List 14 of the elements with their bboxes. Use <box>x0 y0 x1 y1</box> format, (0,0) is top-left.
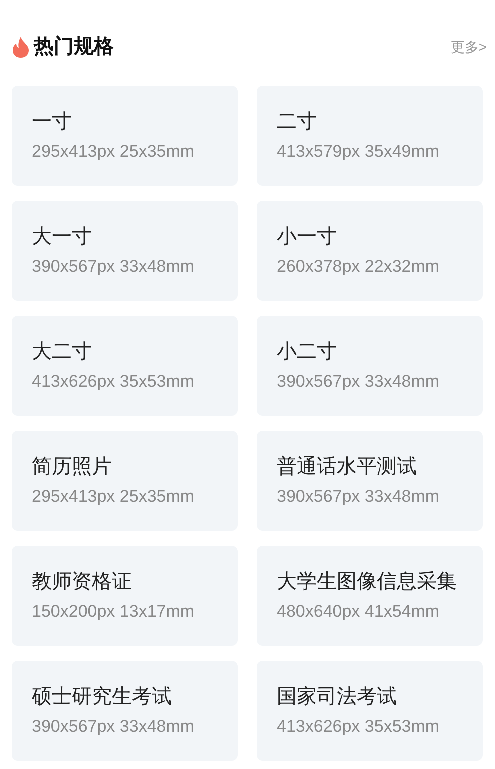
spec-card[interactable]: 二寸 413x579px 35x49mm <box>257 86 483 186</box>
flame-icon <box>12 36 30 58</box>
spec-card[interactable]: 国家司法考试 413x626px 35x53mm <box>257 661 483 761</box>
spec-card[interactable]: 小二寸 390x567px 33x48mm <box>257 316 483 416</box>
spec-card[interactable]: 大学生图像信息采集 480x640px 41x54mm <box>257 546 483 646</box>
spec-card[interactable]: 硕士研究生考试 390x567px 33x48mm <box>12 661 238 761</box>
spec-card[interactable]: 一寸 295x413px 25x35mm <box>12 86 238 186</box>
spec-card[interactable]: 大二寸 413x626px 35x53mm <box>12 316 238 416</box>
spec-card[interactable]: 教师资格证 150x200px 13x17mm <box>12 546 238 646</box>
spec-card[interactable]: 普通话水平测试 390x567px 33x48mm <box>257 431 483 531</box>
spec-card[interactable]: 小一寸 260x378px 22x32mm <box>257 201 483 301</box>
section-title: 热门规格 <box>34 34 114 60</box>
spec-card[interactable]: 简历照片 295x413px 25x35mm <box>12 431 238 531</box>
spec-card[interactable]: 大一寸 390x567px 33x48mm <box>12 201 238 301</box>
